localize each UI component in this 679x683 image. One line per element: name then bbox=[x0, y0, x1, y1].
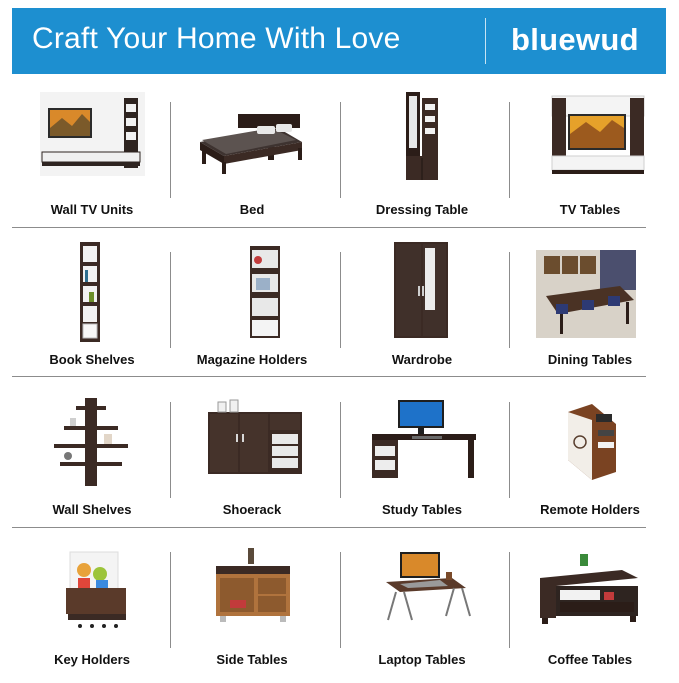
column-divider bbox=[340, 252, 341, 348]
category-wardrobe[interactable]: Wardrobe bbox=[342, 234, 502, 383]
coffee-table-icon bbox=[540, 554, 638, 624]
dining-table-icon bbox=[536, 250, 636, 338]
category-side-tables[interactable]: Side Tables bbox=[172, 534, 332, 683]
key-holder-icon bbox=[66, 551, 126, 628]
category-book-shelves[interactable]: Book Shelves bbox=[12, 234, 172, 383]
category-label: Study Tables bbox=[382, 502, 462, 517]
category-label: Laptop Tables bbox=[378, 652, 466, 667]
category-label: Magazine Holders bbox=[196, 352, 308, 367]
category-label: Remote Holders bbox=[540, 502, 640, 517]
category-wall-tv-units[interactable]: Wall TV Units bbox=[12, 84, 172, 233]
category-grid: Wall TV Units Bed Dressing Table TV Tabl… bbox=[12, 84, 668, 679]
category-label: Shoerack bbox=[222, 502, 282, 517]
side-table-icon bbox=[216, 548, 290, 622]
shoerack-icon bbox=[208, 399, 302, 474]
category-tv-tables[interactable]: TV Tables bbox=[510, 84, 670, 233]
dressing-table-icon bbox=[406, 92, 438, 180]
category-label: Wall Shelves bbox=[52, 502, 132, 517]
category-label: Side Tables bbox=[216, 652, 288, 667]
bed-icon bbox=[200, 114, 302, 174]
category-label: Wall TV Units bbox=[50, 202, 134, 217]
column-divider bbox=[340, 402, 341, 498]
column-divider bbox=[340, 552, 341, 648]
category-bed[interactable]: Bed bbox=[172, 84, 332, 233]
category-study-tables[interactable]: Study Tables bbox=[342, 384, 502, 533]
category-label: Book Shelves bbox=[49, 352, 135, 367]
header-banner: Craft Your Home With Love bluewud bbox=[12, 8, 666, 74]
category-label: TV Tables bbox=[559, 202, 621, 217]
category-label: Dressing Table bbox=[375, 202, 469, 217]
category-coffee-tables[interactable]: Coffee Tables bbox=[510, 534, 670, 683]
category-shoerack[interactable]: Shoerack bbox=[172, 384, 332, 533]
category-label: Bed bbox=[239, 202, 265, 217]
category-magazine-holders[interactable]: Magazine Holders bbox=[172, 234, 332, 383]
magazine-holder-icon bbox=[250, 246, 280, 338]
category-remote-holders[interactable]: Remote Holders bbox=[510, 384, 670, 533]
category-label: Key Holders bbox=[54, 652, 130, 667]
category-wall-shelves[interactable]: Wall Shelves bbox=[12, 384, 172, 533]
remote-holder-icon bbox=[568, 404, 616, 480]
tv-table-icon bbox=[551, 95, 645, 174]
category-laptop-tables[interactable]: Laptop Tables bbox=[342, 534, 502, 683]
category-label: Coffee Tables bbox=[547, 652, 633, 667]
category-label: Wardrobe bbox=[391, 352, 453, 367]
category-dining-tables[interactable]: Dining Tables bbox=[510, 234, 670, 383]
wardrobe-icon bbox=[394, 242, 448, 338]
study-table-icon bbox=[372, 400, 476, 478]
laptop-table-icon bbox=[386, 552, 471, 621]
wall-tv-unit-icon bbox=[40, 92, 145, 176]
brand-logo[interactable]: bluewud bbox=[511, 22, 639, 58]
category-label: Dining Tables bbox=[547, 352, 633, 367]
banner-title: Craft Your Home With Love bbox=[32, 22, 401, 55]
category-key-holders[interactable]: Key Holders bbox=[12, 534, 172, 683]
banner-divider bbox=[485, 18, 486, 64]
category-dressing-table[interactable]: Dressing Table bbox=[342, 84, 502, 233]
wall-shelves-icon bbox=[54, 398, 128, 486]
column-divider bbox=[340, 102, 341, 198]
book-shelf-icon bbox=[80, 242, 100, 342]
